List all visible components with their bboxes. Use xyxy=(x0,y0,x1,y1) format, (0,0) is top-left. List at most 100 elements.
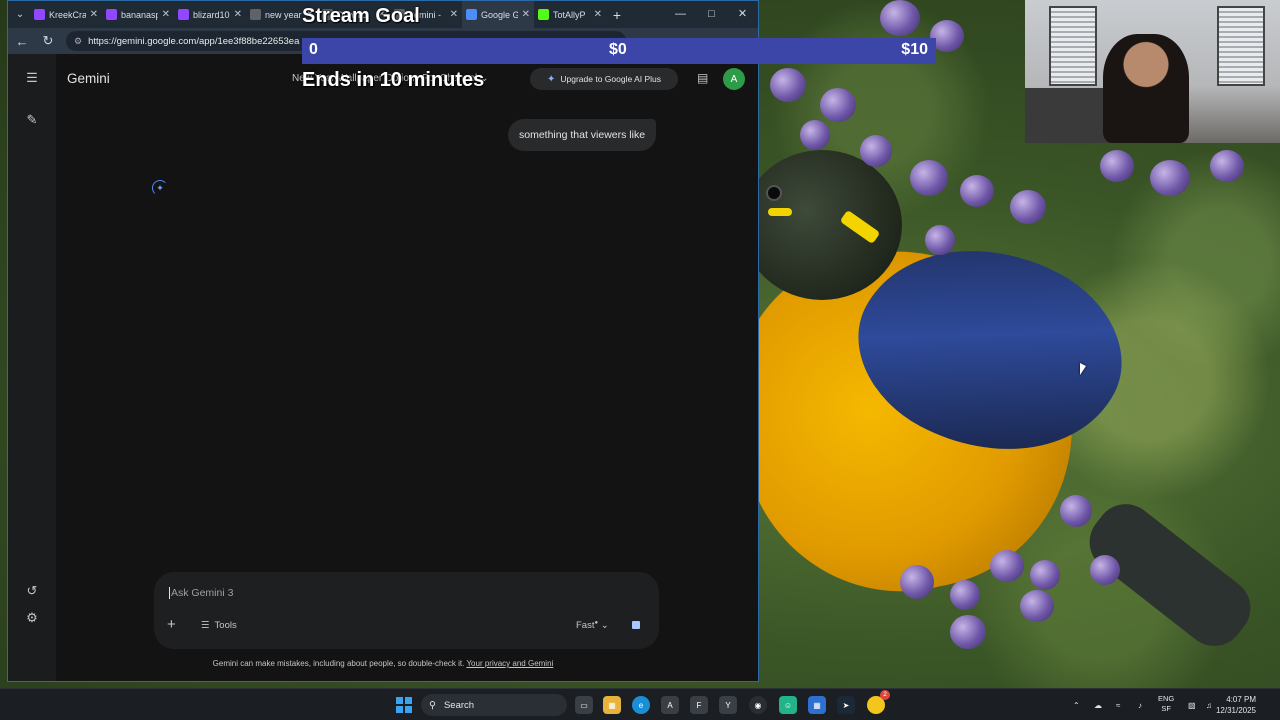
berry xyxy=(925,225,955,255)
berry xyxy=(820,88,856,122)
berry xyxy=(1030,560,1060,590)
user-message-text: something that viewers like xyxy=(519,129,646,141)
store-icon[interactable]: ▦ xyxy=(808,696,826,714)
close-tab-icon[interactable]: ✕ xyxy=(450,9,458,20)
favicon-icon xyxy=(106,9,117,20)
berry xyxy=(800,120,830,150)
settings-button[interactable]: ⚙ xyxy=(22,608,42,628)
bird-yellow-patch xyxy=(768,208,792,216)
goal-current-amount: $0 xyxy=(609,41,627,58)
avatar[interactable]: A xyxy=(723,68,745,90)
close-tab-icon[interactable]: ✕ xyxy=(594,9,602,20)
prompt-input[interactable]: Ask Gemini 3 xyxy=(169,587,233,599)
close-tab-icon[interactable]: ✕ xyxy=(234,9,242,20)
mode-dot-icon: ● xyxy=(594,620,599,626)
wifi-off-icon[interactable]: ≈ xyxy=(1116,689,1120,720)
minimize-button[interactable]: — xyxy=(665,1,696,28)
chevron-down-icon: ⌄ xyxy=(15,9,25,20)
gear-icon: ⚙ xyxy=(26,610,38,625)
browser-tab[interactable]: blizard10 ✕ xyxy=(174,1,246,28)
berry xyxy=(1090,555,1120,585)
maximize-button[interactable]: □ xyxy=(696,1,727,28)
tab-label: bananasp xyxy=(121,9,158,20)
browser-tab[interactable]: Google G ✕ xyxy=(462,1,534,28)
refresh-button[interactable]: ↻ xyxy=(40,33,56,49)
tab-actions-menu[interactable]: ⌄ xyxy=(10,5,30,25)
chevron-down-icon: ⌄ xyxy=(600,620,609,632)
tab-label: TotAllyP xyxy=(553,9,586,20)
window-controls: — □ ✕ xyxy=(665,1,758,28)
webcam-window-blinds xyxy=(1049,6,1097,86)
obs-icon[interactable]: ◉ xyxy=(749,696,767,714)
taskbar-search[interactable]: ⚲ Search xyxy=(421,694,567,716)
site-info-icon[interactable]: ⚙ xyxy=(74,36,82,47)
berry xyxy=(990,550,1024,582)
speaker-icon[interactable]: ♫ xyxy=(1206,689,1212,720)
berry xyxy=(1100,150,1134,182)
lang-line-2: SF xyxy=(1161,704,1171,713)
tab-label: KreekCraf xyxy=(49,9,86,20)
stream-goal-title: Stream Goal xyxy=(302,5,420,27)
file-explorer-icon[interactable]: ▦ xyxy=(603,696,621,714)
app-y-icon[interactable]: Y xyxy=(719,696,737,714)
start-button[interactable] xyxy=(396,697,412,713)
berry xyxy=(950,615,986,649)
new-tab-button[interactable]: + xyxy=(606,7,628,23)
url-text: https://gemini.google.com/app/1ee3f88be2… xyxy=(88,35,300,47)
notification-app-icon[interactable]: 2 xyxy=(867,690,890,714)
privacy-link[interactable]: Your privacy and Gemini xyxy=(466,659,553,668)
upgrade-label: Upgrade to Google AI Plus xyxy=(560,74,662,84)
browser-window: ⌄ KreekCraf ✕ bananasp ✕ blizard10 ✕ new year ✕… xyxy=(7,0,759,682)
gemini-app: ☰ ✎ ↺ ⚙ Gemini New Year Wallpaper Option… xyxy=(8,54,758,681)
bird-head xyxy=(742,150,902,300)
browser-tab[interactable]: KreekCraf ✕ xyxy=(30,1,102,28)
cloud-sync-icon[interactable]: ☁ xyxy=(1094,689,1102,720)
tray-chevron-icon[interactable]: ⌃ xyxy=(1073,689,1080,720)
berry xyxy=(950,580,980,610)
edge-browser-icon[interactable]: e xyxy=(632,696,650,714)
tools-button[interactable]: ☰ Tools xyxy=(201,620,237,631)
new-chat-button[interactable]: ✎ xyxy=(22,110,42,130)
mouse-cursor-icon xyxy=(1080,363,1086,375)
mode-picker[interactable]: Fast● ⌄ xyxy=(576,620,609,631)
discord-icon[interactable]: ☺ xyxy=(779,696,797,714)
berry xyxy=(770,68,806,102)
stop-generating-button[interactable] xyxy=(632,621,640,629)
favicon-icon xyxy=(34,9,45,20)
app-title[interactable]: Gemini xyxy=(67,71,110,86)
sparkle-icon: ✦ xyxy=(546,73,556,85)
steam-icon[interactable]: ➤ xyxy=(837,696,855,714)
webcam-streamer xyxy=(1103,34,1189,143)
disclaimer: Gemini can make mistakes, including abou… xyxy=(8,659,758,668)
disclaimer-text: Gemini can make mistakes, including abou… xyxy=(212,659,465,668)
language-indicator[interactable]: ENG SF xyxy=(1158,694,1174,714)
app-f-icon[interactable]: F xyxy=(690,696,708,714)
taskbar: ⚲ Search ▭ ▦ e A F Y ◉ ☺ ▦ ➤ 2 ⌃ ☁ ≈ ♪ E… xyxy=(0,688,1280,720)
close-tab-icon[interactable]: ✕ xyxy=(90,9,98,20)
app-a-icon[interactable]: A xyxy=(661,696,679,714)
search-label: Search xyxy=(443,699,475,711)
apps-store-icon[interactable]: ▤ xyxy=(697,71,708,85)
browser-tab[interactable]: TotAllyP ✕ xyxy=(534,1,606,28)
main-menu-button[interactable]: ☰ xyxy=(22,68,42,88)
browser-tab[interactable]: bananasp ✕ xyxy=(102,1,174,28)
task-view-icon[interactable]: ▭ xyxy=(575,696,593,714)
berry xyxy=(900,565,934,599)
close-tab-icon[interactable]: ✕ xyxy=(522,9,530,20)
close-window-button[interactable]: ✕ xyxy=(727,1,758,28)
bird-eye xyxy=(766,185,782,201)
stream-goal-bar: 0 $0 $10 xyxy=(302,38,936,64)
microphone-icon[interactable]: ♪ xyxy=(1138,689,1142,720)
lang-line-1: ENG xyxy=(1158,694,1175,703)
berry xyxy=(1210,150,1244,182)
display-icon[interactable]: ▧ xyxy=(1188,689,1196,720)
activity-button[interactable]: ↺ xyxy=(22,581,42,601)
add-attachment-button[interactable]: + xyxy=(167,616,176,633)
tab-label: Google G xyxy=(481,9,518,20)
taskbar-clock[interactable]: 4:07 PM 12/31/2025 xyxy=(1216,694,1256,716)
close-tab-icon[interactable]: ✕ xyxy=(162,9,170,20)
user-message-bubble: something that viewers like xyxy=(508,119,657,151)
upgrade-button[interactable]: ✦ Upgrade to Google AI Plus xyxy=(530,68,678,90)
berry xyxy=(1010,190,1046,224)
back-button[interactable]: ← xyxy=(14,34,30,49)
